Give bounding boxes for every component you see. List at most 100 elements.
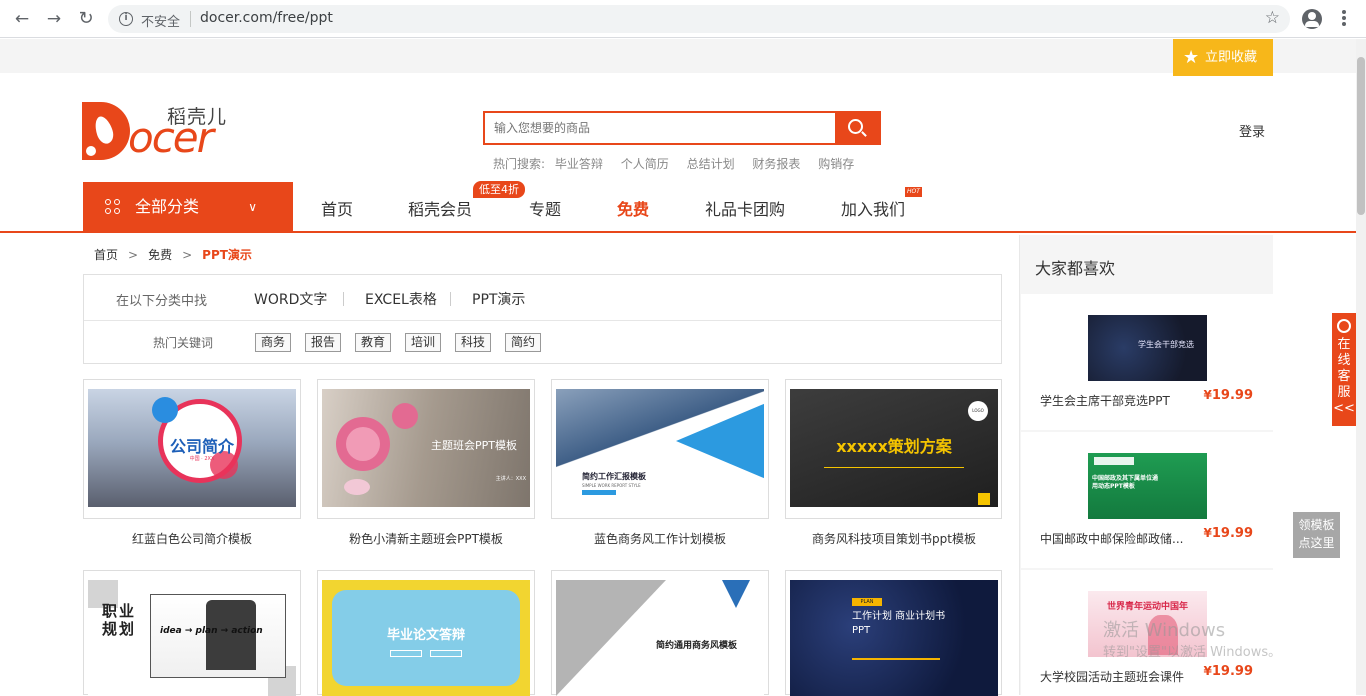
nav-topics[interactable]: 专题 bbox=[529, 196, 561, 220]
nav-home[interactable]: 首页 bbox=[321, 196, 353, 220]
popular-name[interactable]: 大学校园活动主题班会课件 bbox=[1040, 668, 1184, 685]
thumb-subtext: LOGO bbox=[968, 401, 988, 421]
hot-badge: HOT bbox=[905, 187, 922, 197]
star-icon: ★ bbox=[1183, 47, 1200, 68]
hot-search-term[interactable]: 个人简历 bbox=[621, 157, 669, 171]
nav-gift-card[interactable]: 礼品卡团购 bbox=[705, 196, 785, 220]
url-text[interactable]: docer.com/free/ppt bbox=[200, 10, 333, 26]
keyword-tag[interactable]: 培训 bbox=[405, 333, 442, 352]
info-icon[interactable]: i bbox=[119, 12, 133, 26]
chevron-down-icon: ∨ bbox=[248, 200, 257, 214]
all-categories-button[interactable]: 全部分类 ∨ bbox=[83, 182, 293, 232]
template-thumbnail: LOGO xxxxx策划方案 bbox=[790, 389, 998, 507]
template-card[interactable]: 工作计划 商业计划书PPT PLAN bbox=[785, 570, 1002, 696]
keyword-tag[interactable]: 报告 bbox=[305, 333, 342, 352]
logo-d-mark bbox=[82, 102, 130, 160]
docer-logo[interactable]: ocer 稻壳儿 bbox=[82, 100, 227, 162]
thumb-text: 主题班会PPT模板 bbox=[431, 439, 517, 452]
template-card[interactable]: 简约通用商务风模板 bbox=[551, 570, 769, 696]
insecure-label: 不安全 bbox=[141, 15, 181, 30]
template-thumbnail: 简约通用商务风模板 bbox=[556, 580, 764, 696]
category-word[interactable]: WORD文字 bbox=[254, 289, 327, 309]
hot-search-term[interactable]: 财务报表 bbox=[752, 157, 800, 171]
user-icon bbox=[1337, 319, 1351, 333]
popular-thumb-text: 世界青年运动中国年 bbox=[1106, 602, 1188, 612]
login-link[interactable]: 登录 bbox=[1239, 121, 1265, 140]
template-title[interactable]: 商务风科技项目策划书ppt模板 bbox=[785, 530, 1003, 547]
template-card[interactable]: 职业规划 idea → plan → action bbox=[83, 570, 301, 696]
scrollbar-thumb[interactable] bbox=[1357, 57, 1365, 215]
search-button[interactable] bbox=[835, 113, 879, 143]
add-favorite-button[interactable]: ★ 立即收藏 bbox=[1173, 39, 1273, 76]
template-card[interactable]: 毕业论文答辩 bbox=[317, 570, 535, 696]
popular-price: ¥19.99 bbox=[1203, 664, 1253, 679]
forward-icon[interactable]: → bbox=[44, 9, 64, 29]
page-scrollbar[interactable] bbox=[1356, 39, 1366, 695]
thumb-text: 公司简介 bbox=[169, 437, 234, 456]
template-card[interactable]: LOGO xxxxx策划方案 bbox=[785, 379, 1002, 519]
template-title[interactable]: 粉色小清新主题班会PPT模板 bbox=[317, 530, 535, 547]
template-card[interactable]: 主题班会PPT模板 主讲人：XXX bbox=[317, 379, 535, 519]
online-service-button[interactable]: 在 线 客 服 << bbox=[1332, 313, 1356, 426]
template-thumbnail: 职业规划 idea → plan → action bbox=[88, 580, 296, 696]
keyword-label: 热门关键词 bbox=[153, 336, 214, 350]
popular-item[interactable]: 中国邮政及其下属单位通用动态PPT模板 中国邮政中邮保险邮政储... ¥19.9… bbox=[1021, 432, 1273, 568]
template-title[interactable]: 蓝色商务风工作计划模板 bbox=[551, 530, 769, 547]
logo-chinese: 稻壳儿 bbox=[167, 106, 228, 128]
breadcrumb-free[interactable]: 免费 bbox=[148, 248, 172, 262]
windows-activation-watermark: 激活 Windows bbox=[1103, 620, 1226, 641]
hot-search-term[interactable]: 毕业答辩 bbox=[555, 157, 603, 171]
popular-price: ¥19.99 bbox=[1203, 526, 1253, 541]
online-service-char: 服 bbox=[1337, 385, 1351, 400]
category-filter-label: 在以下分类中找 bbox=[116, 294, 208, 309]
breadcrumb-home[interactable]: 首页 bbox=[94, 248, 118, 262]
browser-menu-icon[interactable] bbox=[1341, 9, 1347, 29]
template-title[interactable]: 红蓝白色公司简介模板 bbox=[83, 530, 301, 547]
popular-name[interactable]: 中国邮政中邮保险邮政储... bbox=[1040, 530, 1183, 547]
template-card[interactable]: 公司简介 中国 · 2XX bbox=[83, 379, 301, 519]
popular-item[interactable]: 学生会干部竞选 学生会主席干部竞选PPT ¥19.99 bbox=[1021, 294, 1273, 430]
thumb-text: 毕业论文答辩 bbox=[386, 628, 465, 643]
template-thumbnail: 毕业论文答辩 bbox=[322, 580, 530, 696]
nav-join-us[interactable]: 加入我们 bbox=[841, 196, 905, 220]
popular-thumb-text: 中国邮政及其下属单位通用动态PPT模板 bbox=[1092, 475, 1159, 490]
nav-underline bbox=[0, 231, 1356, 233]
keyword-tag[interactable]: 简约 bbox=[505, 333, 542, 352]
get-template-line2: 点这里 bbox=[1298, 536, 1335, 550]
template-thumbnail: 工作计划 商业计划书PPT PLAN bbox=[790, 580, 998, 696]
category-ppt[interactable]: PPT演示 bbox=[472, 289, 525, 309]
category-filter: 在以下分类中找 WORD文字 EXCEL表格 PPT演示 热门关键词 商务 报告… bbox=[83, 274, 1002, 364]
popular-name[interactable]: 学生会主席干部竞选PPT bbox=[1040, 392, 1170, 409]
keyword-tag[interactable]: 科技 bbox=[455, 333, 492, 352]
keyword-tag[interactable]: 商务 bbox=[255, 333, 292, 352]
hot-search-term[interactable]: 购销存 bbox=[818, 157, 854, 171]
popular-thumb-text: 学生会干部竞选 bbox=[1138, 340, 1194, 349]
hot-search-term[interactable]: 总结计划 bbox=[687, 157, 735, 171]
profile-icon[interactable] bbox=[1302, 9, 1322, 29]
template-card[interactable]: 简约工作汇报模板 SIMPLE WORK REPORT STYLE bbox=[551, 379, 769, 519]
bookmark-star-icon[interactable]: ☆ bbox=[1265, 8, 1280, 28]
divider bbox=[343, 292, 344, 306]
category-excel[interactable]: EXCEL表格 bbox=[365, 289, 437, 309]
thumb-subtext: idea → plan → action bbox=[160, 626, 263, 636]
thumb-text: 简约通用商务风模板 bbox=[656, 641, 738, 651]
thumb-text: 职业规划 bbox=[102, 602, 137, 638]
category-row: 在以下分类中找 WORD文字 EXCEL表格 PPT演示 bbox=[84, 275, 1001, 321]
thumb-text: 工作计划 商业计划书PPT bbox=[852, 611, 946, 636]
hot-search-list: 热门搜索: 毕业答辩 个人简历 总结计划 财务报表 购销存 bbox=[493, 155, 868, 172]
search-box bbox=[483, 111, 881, 145]
address-divider bbox=[190, 11, 191, 27]
get-template-button[interactable]: 领模板 点这里 bbox=[1293, 512, 1340, 558]
template-thumbnail: 主题班会PPT模板 主讲人：XXX bbox=[322, 389, 530, 507]
thumb-text: 简约工作汇报模板 bbox=[582, 472, 646, 481]
address-bar[interactable]: i 不安全 docer.com/free/ppt ☆ bbox=[108, 5, 1290, 33]
nav-membership[interactable]: 稻壳会员 bbox=[408, 196, 472, 220]
top-bar bbox=[0, 39, 1356, 73]
popular-thumbnail: 学生会干部竞选 bbox=[1088, 315, 1207, 381]
search-input[interactable] bbox=[485, 113, 837, 143]
back-icon[interactable]: ← bbox=[12, 9, 32, 29]
nav-free[interactable]: 免费 bbox=[617, 196, 649, 220]
popular-price: ¥19.99 bbox=[1203, 388, 1253, 403]
keyword-tag[interactable]: 教育 bbox=[355, 333, 392, 352]
reload-icon[interactable]: ↻ bbox=[76, 9, 96, 29]
